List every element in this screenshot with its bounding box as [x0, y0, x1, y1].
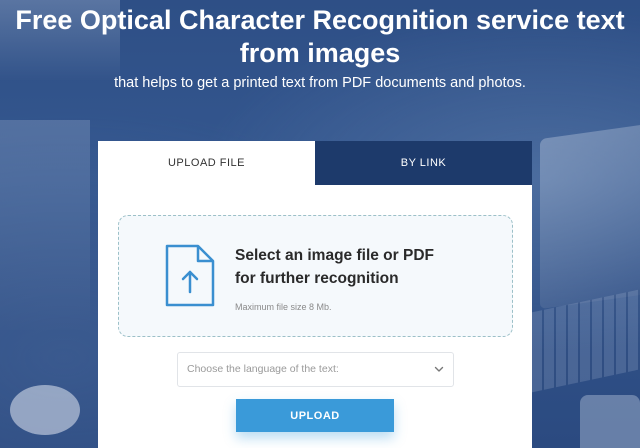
background-book	[0, 120, 90, 330]
dropzone-title-line1: Select an image file or PDF	[235, 247, 434, 264]
file-dropzone[interactable]: Select an image file or PDF for further …	[118, 215, 513, 337]
background-keyboard	[520, 285, 640, 395]
background-mouse	[10, 385, 80, 435]
language-select-placeholder: Choose the language of the text:	[187, 363, 339, 375]
language-select[interactable]: Choose the language of the text:	[177, 352, 454, 387]
chevron-down-icon	[434, 366, 444, 372]
max-file-size-hint: Maximum file size 8 Mb.	[235, 302, 332, 312]
page-title: Free Optical Character Recognition servi…	[15, 5, 625, 68]
upload-tabs: UPLOAD FILE BY LINK	[98, 141, 532, 185]
page-subtitle: that helps to get a printed text from PD…	[114, 75, 526, 91]
dropzone-title: Select an image file or PDF for further …	[235, 244, 495, 290]
background-cup	[580, 395, 640, 448]
tab-upload-file[interactable]: UPLOAD FILE	[98, 141, 315, 185]
dropzone-title-line2: for further recognition	[235, 270, 399, 287]
background-laptop	[540, 120, 640, 310]
file-upload-icon	[165, 244, 215, 307]
upload-button[interactable]: UPLOAD	[236, 399, 394, 432]
upload-panel: Select an image file or PDF for further …	[98, 185, 532, 448]
tab-by-link[interactable]: BY LINK	[315, 141, 532, 185]
